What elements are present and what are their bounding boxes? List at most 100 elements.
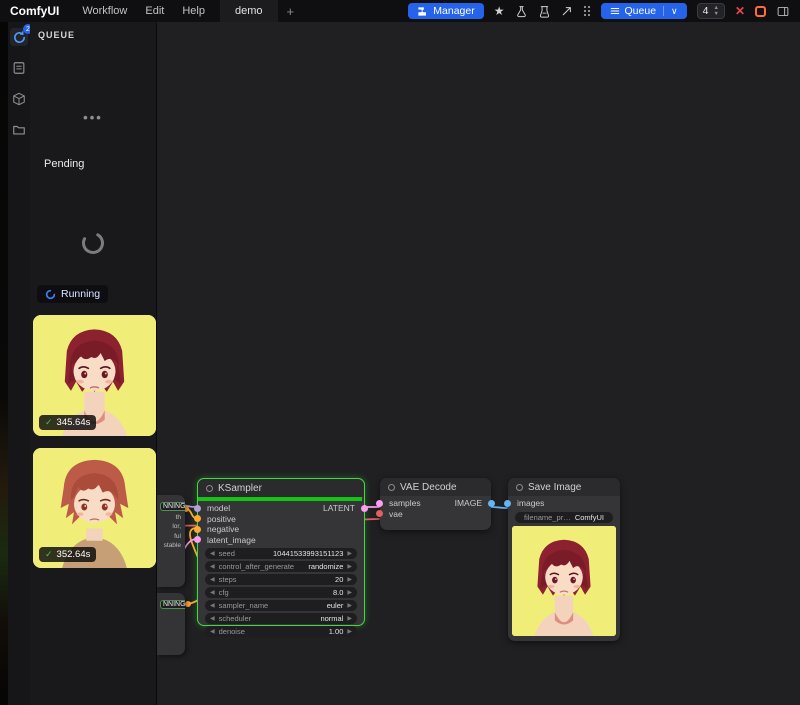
collapse-dot-icon[interactable] [516, 484, 523, 491]
model-box-icon [12, 92, 26, 106]
queue-list-icon [610, 6, 620, 16]
running-status-label: Running [61, 288, 100, 300]
step-down-icon[interactable]: ▼ [713, 11, 718, 17]
widget-steps[interactable]: ◀ steps 20 ▶ [205, 574, 357, 585]
grip-dots-icon[interactable] [583, 5, 591, 17]
input-label: samples [389, 498, 421, 508]
folder-icon [12, 123, 26, 137]
queue-button-label: Queue [625, 5, 657, 17]
slot-row-images: images [508, 498, 620, 509]
sidebar-item-queue[interactable]: 2 [10, 28, 28, 46]
workflow-tab-demo[interactable]: demo [220, 0, 278, 22]
queue-panel-title: QUEUE [38, 30, 75, 40]
widget-sampler-name[interactable]: ◀ sampler_name euler ▶ [205, 600, 357, 611]
widget-denoise[interactable]: ◀ denoise 1.00 ▶ [205, 626, 357, 637]
node-title: VAE Decode [400, 482, 457, 493]
latent-image-input-dot[interactable] [194, 536, 201, 543]
node-save-image[interactable]: Save Image images filename_prefix ComfyU… [508, 478, 620, 641]
decrement-icon[interactable]: ◀ [210, 628, 215, 635]
queue-panel: QUEUE ••• Pending Running ✓ 345.64s ✓ 35… [30, 22, 157, 705]
chevron-down-icon[interactable]: ∨ [671, 6, 678, 17]
node-ksampler[interactable]: KSampler model LATENT positive negative [197, 478, 365, 626]
toggle-panel-icon[interactable] [776, 5, 790, 18]
app-logo: ComfyUI [0, 4, 73, 18]
increment-icon[interactable]: ▶ [347, 628, 352, 635]
increment-icon[interactable]: ▶ [347, 602, 352, 609]
image-output-dot[interactable] [488, 500, 495, 507]
widget-cfg[interactable]: ◀ cfg 8.0 ▶ [205, 587, 357, 598]
sidebar-item-files[interactable] [10, 121, 28, 139]
new-workflow-button[interactable]: + [278, 4, 304, 19]
workflows-icon [12, 61, 26, 75]
slot-row-samples: samples IMAGE [380, 498, 491, 509]
menu-help[interactable]: Help [173, 5, 214, 17]
node-header[interactable]: KSampler [198, 479, 364, 497]
comfyui-app: ComfyUI Workflow Edit Help demo + Manage… [0, 0, 800, 705]
increment-icon[interactable]: ▶ [347, 615, 352, 622]
workflow-tab-label: demo [235, 5, 263, 17]
star-icon[interactable]: ★ [494, 5, 505, 17]
node-image-preview[interactable] [512, 526, 616, 636]
collapse-dot-icon[interactable] [388, 484, 395, 491]
manager-button[interactable]: Manager [408, 3, 483, 19]
running-status-chip: Running [37, 285, 108, 303]
samples-input-dot[interactable] [376, 500, 383, 507]
increment-icon[interactable]: ▶ [347, 563, 352, 570]
images-input-dot[interactable] [504, 500, 511, 507]
queue-more-menu[interactable]: ••• [30, 110, 156, 125]
flask-icon[interactable] [515, 5, 528, 18]
graph-canvas[interactable]: NNING th lor, ful stable NNING KSampler … [157, 22, 800, 705]
input-label: model [207, 503, 230, 513]
vae-input-dot[interactable] [376, 510, 383, 517]
decrement-icon[interactable]: ◀ [210, 602, 215, 609]
stop-icon[interactable] [755, 6, 766, 17]
increment-icon[interactable]: ▶ [347, 576, 352, 583]
widget-scheduler[interactable]: ◀ scheduler normal ▶ [205, 613, 357, 624]
running-badge-fragment: NNING [160, 502, 185, 511]
check-icon: ✓ [45, 549, 53, 560]
slot-row-latent-image: latent_image [198, 535, 364, 546]
sidebar-item-workflows[interactable] [10, 59, 28, 77]
collapse-dot-icon[interactable] [206, 485, 213, 492]
latent-output-dot[interactable] [361, 505, 368, 512]
execution-time-value: 345.64s [57, 417, 91, 428]
sidebar-item-models[interactable] [10, 90, 28, 108]
increment-icon[interactable]: ▶ [347, 550, 352, 557]
execution-time-value: 352.64s [57, 549, 91, 560]
node-header[interactable]: Save Image [508, 478, 620, 496]
widget-seed[interactable]: ◀ seed 10441533993151123 ▶ [205, 548, 357, 559]
cancel-run-icon[interactable]: ✕ [735, 5, 745, 17]
queue-button[interactable]: Queue ∨ [601, 3, 687, 19]
queue-result-thumbnail[interactable]: ✓ 352.64s [33, 448, 156, 568]
puzzle-icon [417, 6, 428, 17]
decrement-icon[interactable]: ◀ [210, 563, 215, 570]
widget-filename-prefix[interactable]: filename_prefix ComfyUI [515, 512, 613, 523]
positive-input-dot[interactable] [194, 515, 201, 522]
batch-count-stepper[interactable]: 4 ▲ ▼ [697, 3, 725, 19]
execution-time-badge: ✓ 345.64s [39, 415, 96, 430]
model-input-dot[interactable] [194, 505, 201, 512]
node-title: KSampler [218, 483, 262, 494]
decrement-icon[interactable]: ◀ [210, 589, 215, 596]
input-label: latent_image [207, 535, 256, 545]
widget-control-after-generate[interactable]: ◀ control_after_generate randomize ▶ [205, 561, 357, 572]
topbar-actions: Manager ★ Queue ∨ 4 ▲ ▼ ✕ [408, 3, 800, 19]
beaker-icon[interactable] [538, 5, 551, 18]
share-icon[interactable] [561, 5, 573, 17]
input-label: negative [207, 524, 239, 534]
menu-edit[interactable]: Edit [136, 5, 173, 17]
increment-icon[interactable]: ▶ [347, 589, 352, 596]
menu-workflow[interactable]: Workflow [73, 5, 136, 17]
input-label: images [517, 498, 544, 508]
decrement-icon[interactable]: ◀ [210, 615, 215, 622]
decrement-icon[interactable]: ◀ [210, 550, 215, 557]
decrement-icon[interactable]: ◀ [210, 576, 215, 583]
partial-node-clip-encode[interactable]: NNING [157, 593, 185, 655]
negative-input-dot[interactable] [194, 526, 201, 533]
partial-node-clip-encode[interactable]: NNING th lor, ful stable [157, 495, 185, 587]
queue-result-thumbnail[interactable]: ✓ 345.64s [33, 315, 156, 436]
node-vae-decode[interactable]: VAE Decode samples IMAGE vae [380, 478, 491, 530]
preview-image-red-hair [512, 526, 616, 636]
node-header[interactable]: VAE Decode [380, 478, 491, 496]
stepper-arrows[interactable]: ▲ ▼ [713, 5, 718, 17]
